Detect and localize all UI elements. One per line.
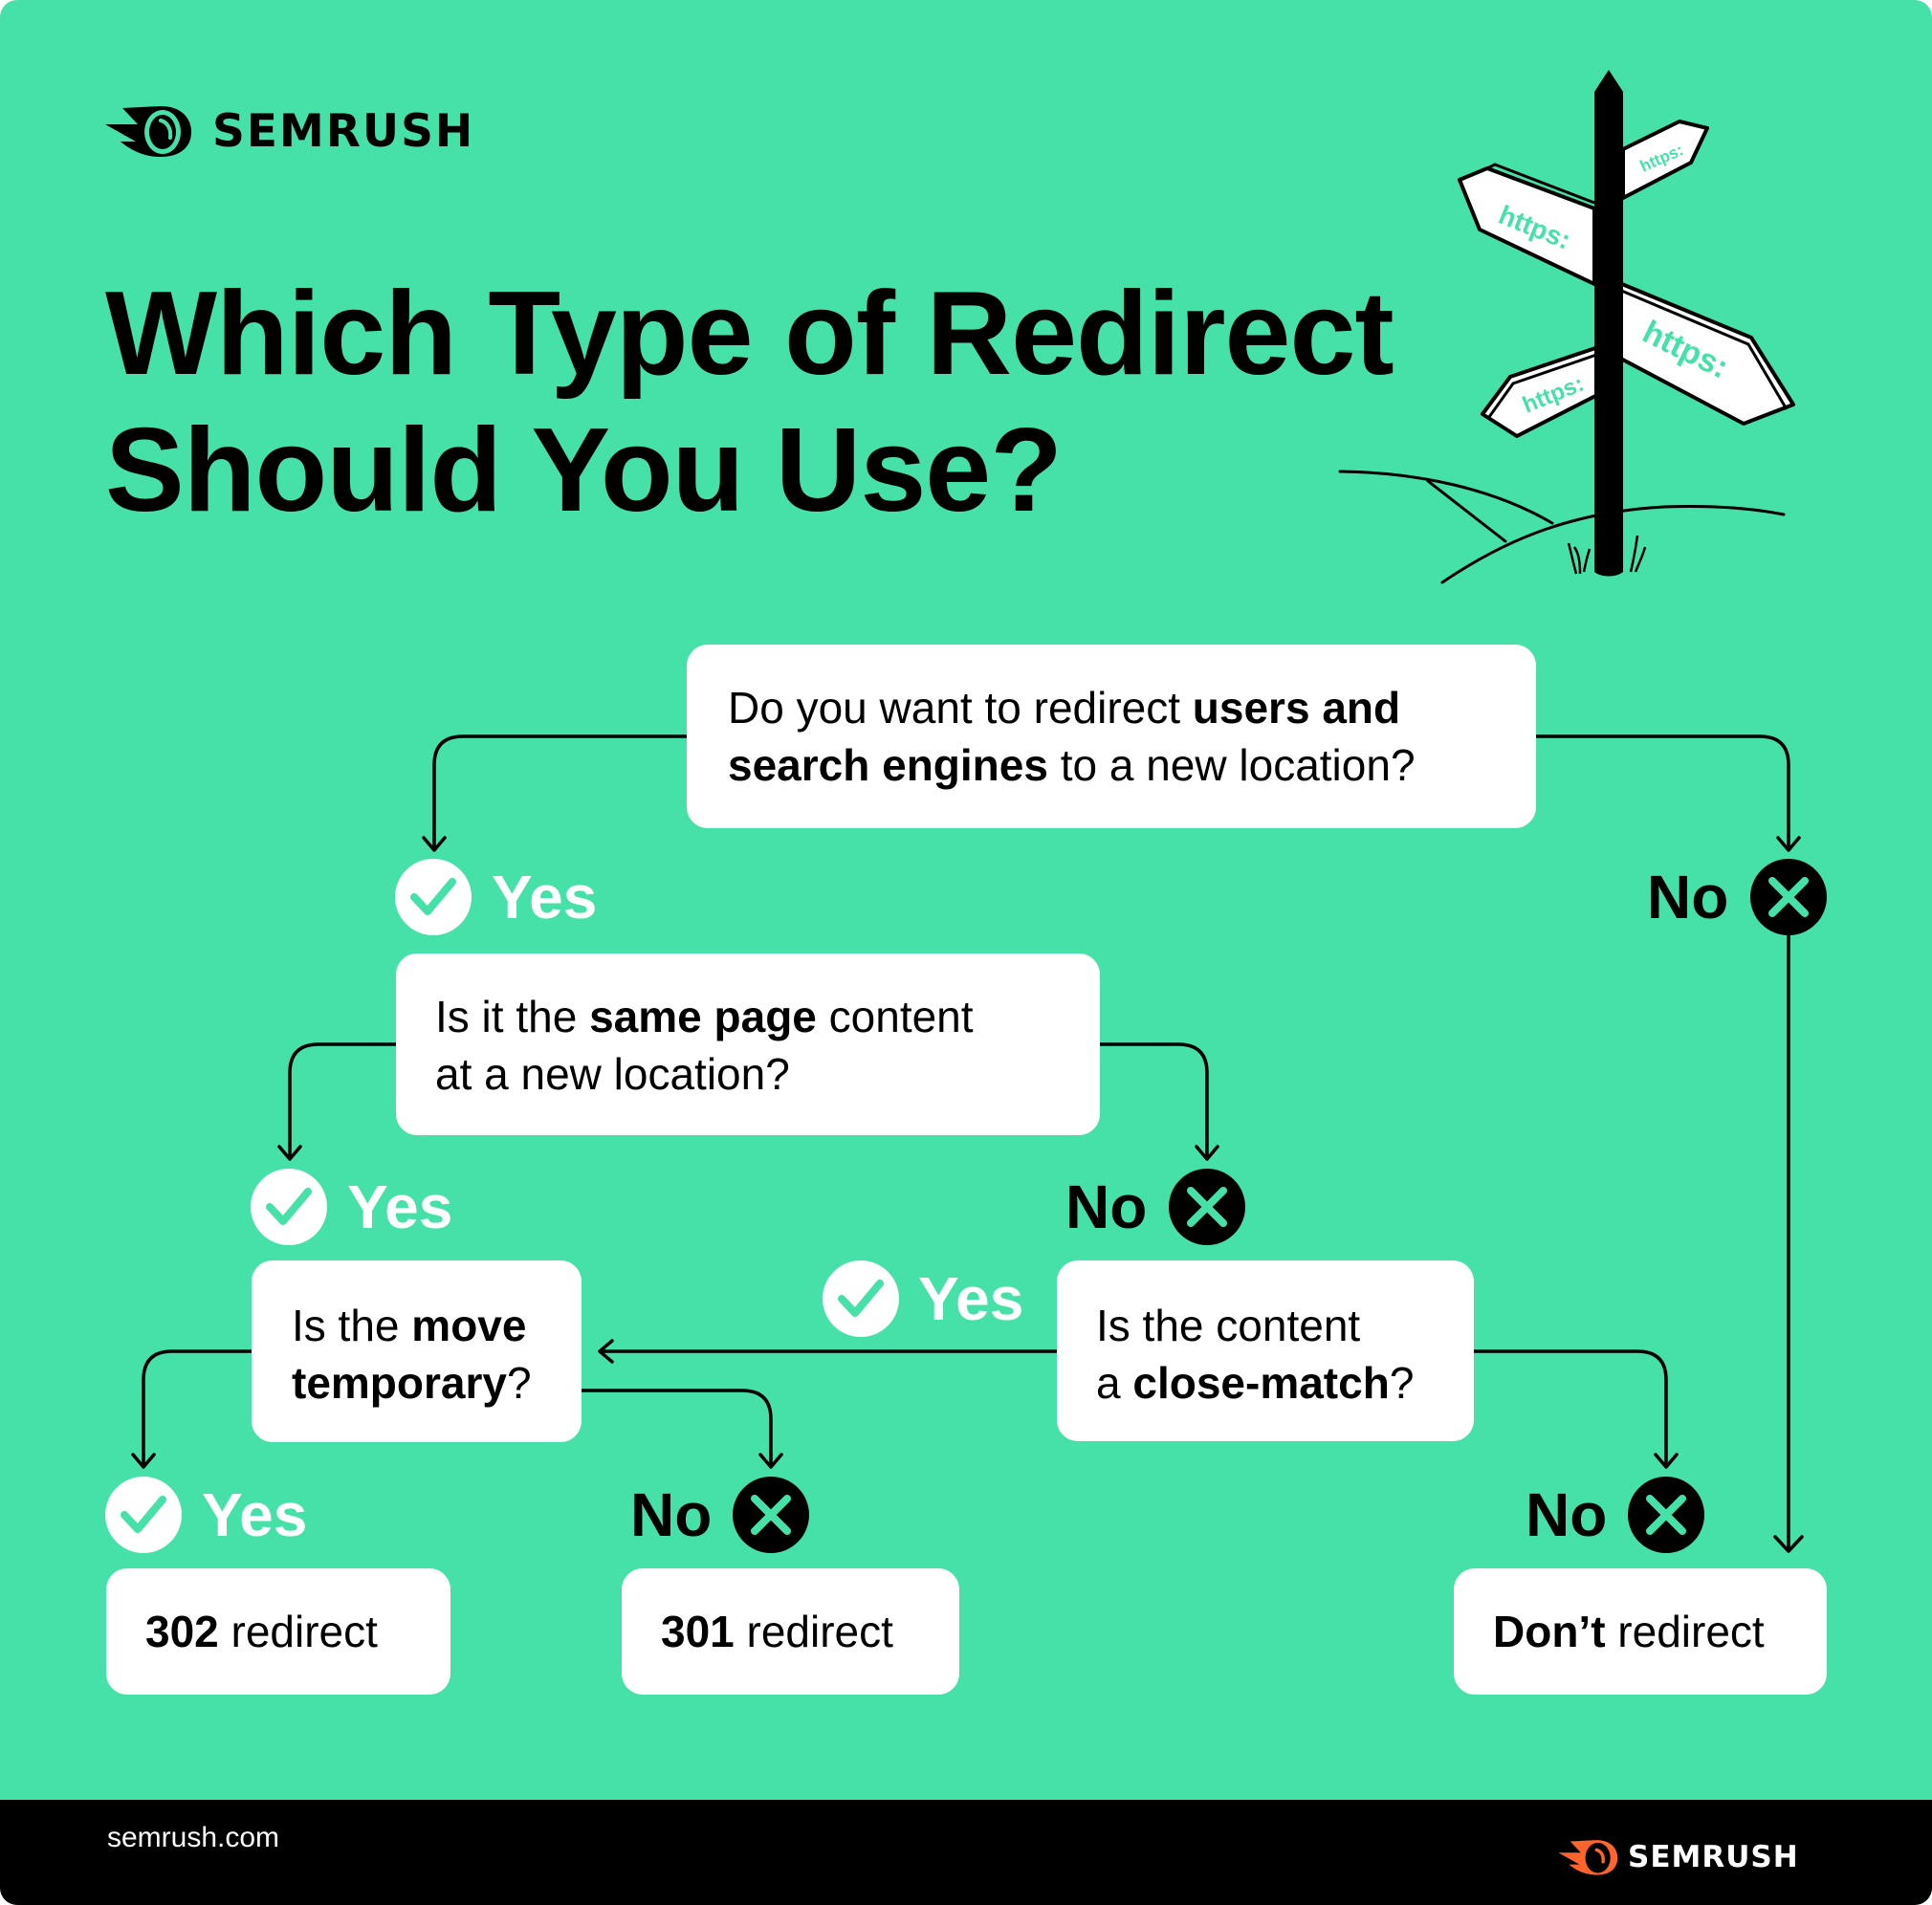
footer-logo-text: SEMRUSH	[1628, 1840, 1799, 1874]
x-circle-icon	[1628, 1477, 1704, 1553]
footer-logo: SEMRUSH	[1557, 1838, 1834, 1876]
no-label-q1: No	[1647, 863, 1729, 931]
check-circle-icon	[105, 1477, 182, 1553]
x-circle-icon	[733, 1477, 809, 1553]
no-label-q3: No	[630, 1480, 713, 1549]
check-circle-icon	[395, 859, 472, 935]
footer: semrush.com SEMRUSH	[0, 1800, 1932, 1905]
infographic-card: SEMRUSH Which Type of Redirect Should Yo…	[0, 0, 1932, 1905]
no-label-q4: No	[1526, 1480, 1608, 1549]
check-circle-icon	[823, 1260, 899, 1337]
answer-badges	[105, 859, 1827, 1553]
no-label-q2: No	[1065, 1172, 1148, 1241]
yes-label-q1: Yes	[492, 863, 598, 931]
yes-label-q3: Yes	[202, 1480, 308, 1549]
semrush-fireball-icon	[1558, 1840, 1618, 1875]
yes-label-q4: Yes	[918, 1264, 1024, 1333]
x-circle-icon	[1169, 1169, 1245, 1245]
check-circle-icon	[251, 1169, 327, 1245]
footer-url: semrush.com	[107, 1822, 280, 1853]
yes-label-q2: Yes	[347, 1172, 453, 1241]
x-circle-icon	[1750, 859, 1827, 935]
